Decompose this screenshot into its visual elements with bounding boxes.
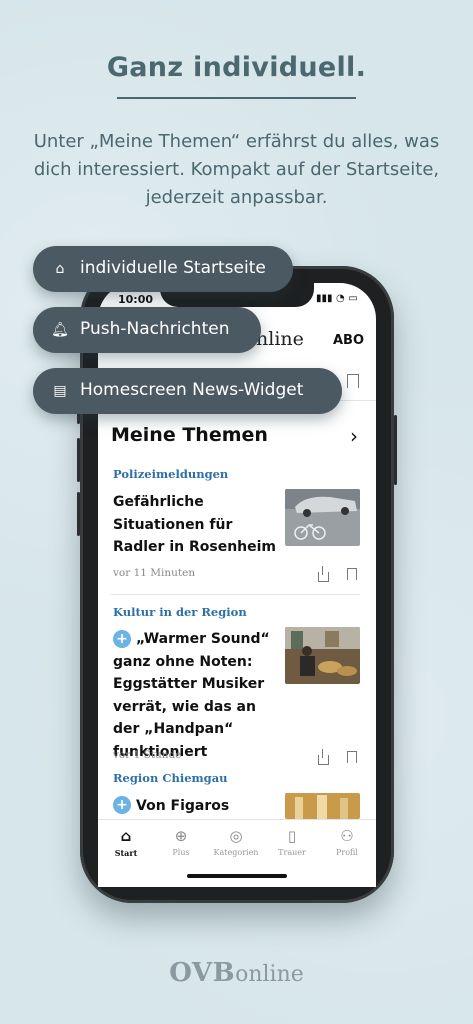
bookmark-icon[interactable] xyxy=(347,751,357,763)
phone-volume-down-button xyxy=(77,492,80,536)
tab-label: Start xyxy=(114,848,138,858)
pill-push-notifications: 🔔︎ Push-Nachrichten xyxy=(33,307,261,353)
tab-trauer[interactable]: ▯ Trauer xyxy=(267,826,317,857)
bell-icon: 🔔︎ xyxy=(51,322,69,338)
pill-news-widget: ▤ Homescreen News-Widget xyxy=(33,368,342,414)
plus-circle-icon: ⊕ xyxy=(174,827,188,845)
tab-kategorien[interactable]: ◎ Kategorien xyxy=(211,826,261,857)
bookmark-icon[interactable] xyxy=(347,374,359,388)
pill-label: Homescreen News-Widget xyxy=(80,380,304,400)
status-time: 10:00 xyxy=(118,293,154,306)
bookmark-icon[interactable] xyxy=(347,568,357,580)
pill-individual-homepage: ⌂ individuelle Startseite xyxy=(33,246,293,292)
article-thumbnail[interactable] xyxy=(285,627,360,684)
home-icon: ⌂ xyxy=(55,261,65,277)
article-thumbnail[interactable] xyxy=(285,793,360,819)
signal-icon: ▮▮▮ xyxy=(316,293,333,304)
compass-icon: ◎ xyxy=(229,827,243,845)
chevron-right-icon[interactable]: › xyxy=(350,424,358,448)
home-indicator[interactable] xyxy=(187,874,287,878)
tab-label: Trauer xyxy=(278,848,306,857)
article-thumbnail[interactable] xyxy=(285,489,360,546)
brand-logo-ovb: OVB xyxy=(169,958,236,988)
person-icon: ⚇ xyxy=(340,827,354,845)
tab-plus[interactable]: ⊕ Plus xyxy=(156,826,206,857)
pill-label: Push-Nachrichten xyxy=(80,319,230,339)
brand-logo-online: online xyxy=(235,962,304,987)
app-logo: nline xyxy=(256,328,304,350)
battery-icon: ▭ xyxy=(348,293,358,304)
candle-icon: ▯ xyxy=(287,827,297,845)
plus-badge-icon: + xyxy=(113,796,131,814)
home-icon: ⌂ xyxy=(120,827,132,845)
section-title[interactable]: Meine Themen xyxy=(111,424,268,446)
share-icon[interactable] xyxy=(318,566,329,582)
article-title[interactable]: Von Figaros xyxy=(136,795,304,818)
article-category[interactable]: Polizeimeldungen xyxy=(113,467,228,481)
status-icons: ▮▮▮ ◔ ▭ xyxy=(316,293,358,304)
article-category[interactable]: Region Chiemgau xyxy=(113,771,228,785)
tab-label: Plus xyxy=(172,848,190,857)
tab-profil[interactable]: ⚇ Profil xyxy=(322,826,372,857)
widget-icon: ▤ xyxy=(53,383,67,399)
tab-label: Kategorien xyxy=(213,848,259,857)
article-title[interactable]: Gefährliche Situationen für Radler in Ro… xyxy=(113,491,281,559)
subline: Unter „Meine Themen“ erfährst du alles, … xyxy=(33,131,440,208)
pill-label: individuelle Startseite xyxy=(80,258,266,278)
share-icon[interactable] xyxy=(318,749,329,765)
tab-label: Profil xyxy=(336,848,358,857)
tab-start[interactable]: ⌂ Start xyxy=(101,826,151,858)
wifi-icon: ◔ xyxy=(336,293,345,304)
phone-volume-up-button xyxy=(77,438,80,482)
brand-logo: OVBonline xyxy=(0,958,473,988)
abo-button[interactable]: ABO xyxy=(333,333,364,348)
article-time: vor 1 Stunde xyxy=(113,749,182,761)
headline-underline xyxy=(117,97,356,99)
article-category[interactable]: Kultur in der Region xyxy=(113,605,247,619)
article-title[interactable]: „Warmer Sound“ ganz ohne Noten: Eggstätt… xyxy=(113,628,281,763)
phone-power-button xyxy=(394,415,397,485)
article-time: vor 11 Minuten xyxy=(113,567,196,579)
headline: Ganz individuell. xyxy=(106,52,367,83)
article-divider xyxy=(111,594,360,595)
